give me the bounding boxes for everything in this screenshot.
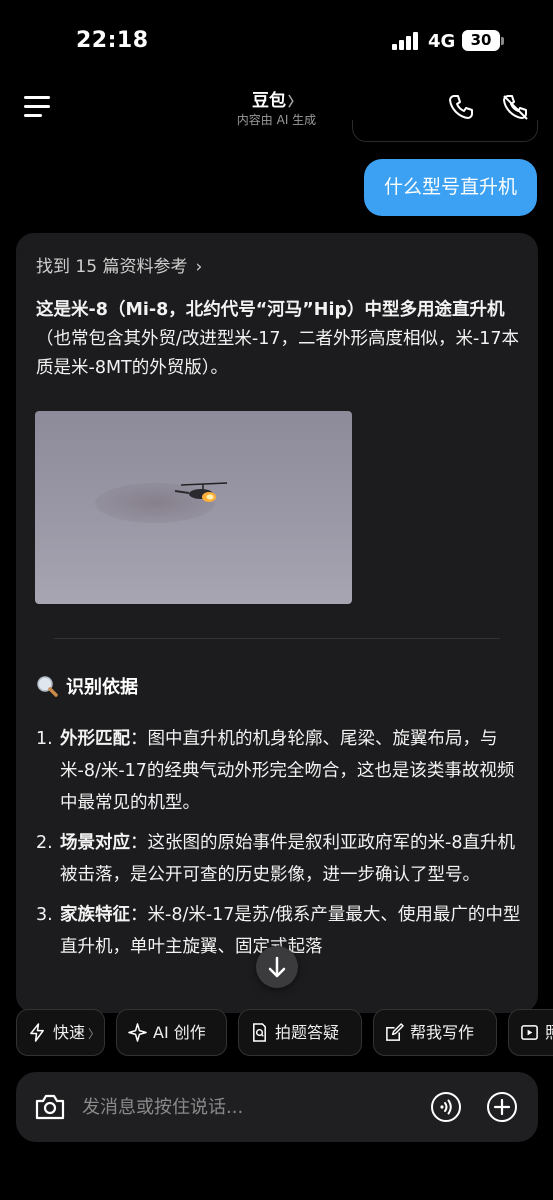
- references-label: 找到 15 篇资料参考: [36, 257, 188, 277]
- shortcut-ai-create[interactable]: AI 创作: [116, 1009, 227, 1056]
- arrow-down-icon: [268, 956, 286, 978]
- helicopter-image: [174, 482, 228, 502]
- section-title-label: 识别依据: [66, 677, 138, 698]
- status-time: 22:18: [76, 28, 149, 53]
- edit-icon: [386, 1023, 404, 1041]
- phone-icon[interactable]: [446, 92, 476, 122]
- section-title: 识别依据: [36, 673, 138, 699]
- answer-intro: 这是米-8（Mi-8，北约代号“河马”Hip）中型多用途直升机 （也常包含其外贸/…: [36, 296, 524, 383]
- list-item: 1. 外形匹配：图中直升机的机身轮廓、尾梁、旋翼布局，与米-8/米-17的经典气…: [36, 723, 524, 819]
- camera-icon[interactable]: [34, 1092, 66, 1122]
- chevron-right-icon: 〉: [88, 1027, 101, 1041]
- list-number: 1.: [36, 729, 53, 749]
- shortcut-label: 照: [545, 1023, 553, 1042]
- answer-intro-rest: （也常包含其外贸/改进型米-17，二者外形高度相似，米-17本质是米-8MT的外…: [36, 329, 520, 378]
- list-item: 2. 场景对应：这张图的原始事件是叙利亚政府军的米-8直升机被击落，是公开可查的…: [36, 827, 524, 891]
- chevron-right-icon: ›: [195, 257, 203, 277]
- shortcut-writing[interactable]: 帮我写作: [373, 1009, 497, 1056]
- message-input[interactable]: [82, 1090, 412, 1124]
- magnifier-icon: [37, 676, 58, 697]
- doc-search-icon: [253, 1023, 266, 1042]
- shortcut-label: 帮我写作: [410, 1023, 475, 1042]
- message-input-bar: [16, 1072, 538, 1142]
- shortcut-image[interactable]: 照: [508, 1009, 553, 1056]
- signal-icon: [392, 32, 420, 50]
- shortcut-label: AI 创作: [153, 1023, 206, 1042]
- plus-icon[interactable]: [486, 1091, 518, 1123]
- shortcut-label: 快速: [53, 1023, 86, 1042]
- user-message-bubble[interactable]: 什么型号直升机: [363, 159, 537, 216]
- mute-icon[interactable]: [500, 92, 530, 122]
- network-type: 4G: [428, 31, 456, 52]
- shortcut-label: 拍题答疑: [275, 1023, 340, 1042]
- list-number: 3.: [36, 905, 53, 925]
- status-bar: 22:18 4G 30: [0, 0, 553, 80]
- shortcut-bar: 快速〉 AI 创作 拍题答疑 帮我写作 照: [16, 1009, 553, 1057]
- voice-icon[interactable]: [430, 1091, 462, 1123]
- divider: [54, 638, 500, 639]
- point-label: 家族特征: [60, 905, 130, 925]
- shortcut-quick[interactable]: 快速〉: [16, 1009, 105, 1056]
- image-icon: [521, 1025, 538, 1040]
- sparkle-icon: [128, 1023, 147, 1042]
- shortcut-photo-question[interactable]: 拍题答疑: [238, 1009, 362, 1056]
- point-label: 外形匹配: [60, 729, 130, 749]
- lightning-icon: [30, 1023, 44, 1042]
- evidence-list: 1. 外形匹配：图中直升机的机身轮廓、尾梁、旋翼布局，与米-8/米-17的经典气…: [36, 723, 524, 971]
- previous-message-edge: [352, 120, 538, 142]
- battery-icon: 30: [462, 30, 500, 51]
- list-number: 2.: [36, 833, 53, 853]
- video-thumbnail[interactable]: [35, 411, 352, 604]
- point-label: 场景对应: [60, 833, 130, 853]
- answer-card: 找到 15 篇资料参考 › 这是米-8（Mi-8，北约代号“河马”Hip）中型多用…: [16, 233, 538, 1013]
- references-link[interactable]: 找到 15 篇资料参考 ›: [36, 252, 202, 277]
- answer-intro-bold: 这是米-8（Mi-8，北约代号“河马”Hip）中型多用途直升机: [36, 300, 505, 320]
- scroll-down-button[interactable]: [256, 946, 298, 988]
- chevron-right-icon: 〉: [287, 95, 301, 110]
- battery-nub: [501, 37, 504, 45]
- bot-name-label: 豆包: [251, 91, 286, 111]
